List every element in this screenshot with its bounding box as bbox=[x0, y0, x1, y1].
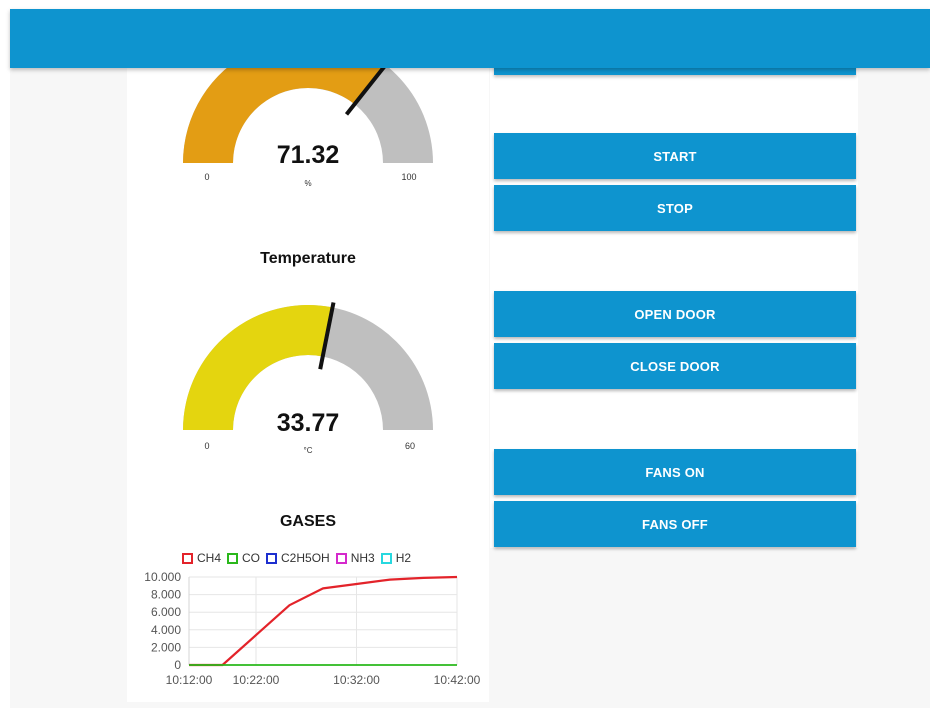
y-tick-label: 8.000 bbox=[151, 588, 181, 602]
x-tick-label: 10:42:00 bbox=[434, 673, 481, 687]
humidity-unit: % bbox=[304, 179, 312, 188]
series-line-ch4 bbox=[189, 575, 458, 667]
dashboard-page: 71.32 % 0 100 Temperature 33.77 °C 0 60 … bbox=[0, 0, 930, 708]
x-tick-label: 10:22:00 bbox=[233, 673, 280, 687]
y-tick-label: 0 bbox=[174, 658, 181, 672]
humidity-value: 71.32 bbox=[276, 141, 340, 169]
humidity-gauge: 71.32 % 0 100 bbox=[127, 68, 489, 218]
y-tick-label: 10.000 bbox=[144, 570, 181, 584]
humidity-max-label: 100 bbox=[401, 172, 417, 182]
temperature-value: 33.77 bbox=[276, 409, 340, 437]
fans-off-button[interactable]: FANS OFF bbox=[494, 501, 856, 547]
gases-chart: CH4 CO C2H5OH NH3 H2 0 2.000 4.000 6.000 8.0… bbox=[127, 547, 489, 690]
temperature-min-label: 0 bbox=[204, 441, 210, 451]
stop-button[interactable]: STOP bbox=[494, 185, 856, 231]
temperature-max-label: 60 bbox=[404, 441, 415, 451]
header-bar bbox=[10, 9, 930, 68]
close-door-button[interactable]: CLOSE DOOR bbox=[494, 343, 856, 389]
gases-chart-svg: 0 2.000 4.000 6.000 8.000 10.000 10:12:00 10:22… bbox=[144, 570, 481, 687]
gases-chart-title: GASES bbox=[279, 513, 336, 530]
x-tick-label: 10:12:00 bbox=[166, 673, 213, 687]
x-tick-label: 10:32:00 bbox=[333, 673, 380, 687]
y-tick-label: 2.000 bbox=[151, 640, 181, 654]
open-door-button[interactable]: OPEN DOOR bbox=[494, 291, 856, 337]
temperature-gauge: 33.77 °C 0 60 bbox=[127, 290, 489, 455]
start-button[interactable]: START bbox=[494, 133, 856, 179]
temperature-title: Temperature bbox=[260, 250, 356, 267]
temperature-unit: °C bbox=[303, 446, 313, 455]
y-tick-label: 4.000 bbox=[151, 623, 181, 637]
humidity-min-label: 0 bbox=[204, 172, 210, 182]
fans-on-button[interactable]: FANS ON bbox=[494, 449, 856, 495]
y-tick-label: 6.000 bbox=[151, 605, 181, 619]
